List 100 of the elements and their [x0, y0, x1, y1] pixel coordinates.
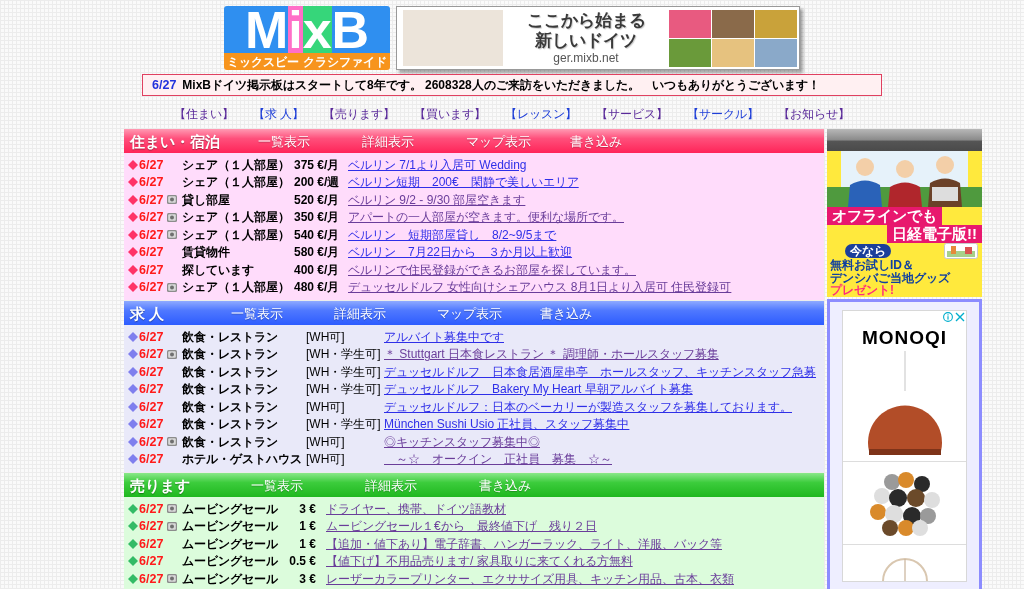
- job-condition: [WH可]: [306, 435, 345, 448]
- listing-category: ムービングセール: [182, 502, 278, 515]
- diamond-icon: [128, 247, 138, 258]
- listing-date: 6/27: [139, 453, 164, 466]
- nav-link[interactable]: 【レッスン】: [505, 107, 578, 120]
- nav-link[interactable]: 【買います】: [414, 107, 487, 120]
- listing-category: 飲食・レストラン: [182, 383, 278, 396]
- listing-date: 6/27: [139, 246, 164, 259]
- job-condition: [WH可]: [306, 453, 345, 466]
- diamond-icon: [128, 159, 138, 170]
- listing-date: 6/27: [139, 400, 164, 413]
- listing-price: 0.5 €: [289, 555, 316, 568]
- listing-date: 6/27: [139, 176, 164, 189]
- banner-url: ger.mixb.net: [553, 51, 619, 65]
- listing-date: 6/27: [139, 348, 164, 361]
- job-condition: [WH・学生可]: [306, 418, 381, 431]
- listing-link[interactable]: 【値下げ】不用品売ります/ 家具取りに来てくれる方無料: [326, 554, 633, 569]
- listing-link[interactable]: 【追加・値下あり】電子辞書、ハンガーラック、ライト、洋服、バック等: [326, 536, 722, 551]
- diamond-icon: [128, 384, 138, 395]
- header-link[interactable]: 詳細表示: [334, 306, 386, 320]
- listing-price: 1 €: [299, 520, 316, 533]
- banner-ad[interactable]: ここから始まる 新しいドイツ ger.mixb.net: [396, 6, 800, 70]
- listing-price: 580 €/月: [294, 246, 340, 259]
- listing-category: 飲食・レストラン: [182, 365, 278, 378]
- nav-link[interactable]: 【お知らせ】: [778, 107, 851, 120]
- gift-card-drawing: [944, 243, 978, 259]
- listing-date: 6/27: [139, 263, 164, 276]
- job-condition: [WH・学生可]: [306, 365, 381, 378]
- nav-link[interactable]: 【サービス】: [596, 107, 669, 120]
- listing-date: 6/27: [139, 228, 164, 241]
- promo-offer: 無料お試しID＆: [830, 259, 914, 272]
- listing-category: 賃貸物件: [182, 246, 230, 259]
- listing-category: 飲食・レストラン: [182, 348, 278, 361]
- nav-link[interactable]: 【住まい】: [173, 107, 234, 120]
- ad-card[interactable]: MONOQI: [842, 310, 967, 582]
- ball-cluster-drawing: [869, 470, 940, 536]
- listing-date: 6/27: [139, 502, 164, 515]
- listing-category: ムービングセール: [182, 520, 278, 533]
- listing-category: 飲食・レストラン: [182, 400, 278, 413]
- listing-link[interactable]: デュッセルドルフ：日本のベーカリーが製造スタッフを募集しております。: [384, 399, 792, 414]
- listing-price: 1 €: [299, 537, 316, 550]
- listing-link[interactable]: München Sushi Usio 正社員、スタッフ募集中: [384, 417, 630, 432]
- listing-price: 200 €/週: [294, 176, 340, 189]
- listing-link[interactable]: ベルリンで住民登録ができるお部屋を探しています。: [348, 262, 636, 277]
- diamond-icon: [128, 419, 138, 430]
- photo-placeholder: [669, 38, 711, 67]
- photo-placeholder: [669, 9, 711, 38]
- listing-category: ムービングセール: [182, 555, 278, 568]
- listing-link[interactable]: レーザーカラープリンター、エクササイズ用具、キッチン用品、古本、衣類: [326, 571, 734, 586]
- listing-link[interactable]: デュッセルドルフ 女性向けシェアハウス 8月1日より入居可 住民登録可: [348, 280, 732, 295]
- nav-link[interactable]: 【売ります】: [323, 107, 396, 120]
- info-icon[interactable]: [943, 312, 953, 322]
- header-link[interactable]: 一覧表示: [231, 306, 283, 320]
- diamond-icon: [128, 282, 138, 293]
- close-icon[interactable]: [955, 312, 965, 322]
- listing-date: 6/27: [139, 537, 164, 550]
- header-link[interactable]: 書き込み: [540, 306, 592, 320]
- listing-link[interactable]: ベルリン 9/2 - 9/30 部屋空きます: [348, 192, 526, 207]
- listing-category: シェア（１人部屋）: [182, 228, 290, 241]
- listing-link[interactable]: ◎キッチンスタッフ募集中◎: [384, 434, 540, 449]
- listing-category: ムービングセール: [182, 537, 278, 550]
- listing-category: シェア（１人部屋）: [182, 176, 290, 189]
- listing-link[interactable]: アルバイト募集中です: [384, 329, 504, 344]
- listing-link[interactable]: ドライヤー、携帯、ドイツ語教材: [326, 501, 506, 516]
- listing-price: 3 €: [299, 502, 316, 515]
- listing-date: 6/27: [139, 520, 164, 533]
- section-title: 住まい・宿泊: [130, 133, 220, 149]
- listing-price: 375 €/月: [294, 158, 340, 171]
- header-link[interactable]: マップ表示: [437, 306, 502, 320]
- ad-brand: MONOQI: [861, 328, 948, 347]
- photo-placeholder: [755, 38, 797, 67]
- listing-price: 540 €/月: [294, 228, 340, 241]
- listing-link[interactable]: ベルリン 7月22日から ３か月以上歓迎: [348, 245, 573, 260]
- diamond-icon: [128, 401, 138, 412]
- diamond-icon: [128, 331, 138, 342]
- listing-link[interactable]: デュッセルドルフ Bakery My Heart 早朝アルバイト募集: [384, 382, 693, 397]
- listing-link[interactable]: ベルリン短期 200€ 閑静で美しいエリア: [348, 175, 579, 190]
- listing-link[interactable]: ベルリン 短期部屋貸し 8/2~9/5まで: [348, 227, 557, 242]
- diamond-icon: [128, 349, 138, 360]
- listing-date: 6/27: [139, 435, 164, 448]
- listing-price: 3 €: [299, 572, 316, 585]
- listing-link[interactable]: デュッセルドルフ 日本食居酒屋串亭 ホールスタッフ、キッチンスタッフ急募: [384, 364, 816, 379]
- diamond-icon: [128, 177, 138, 188]
- listing-link[interactable]: ムービングセール１€から 最終値下げ 残り２日: [326, 519, 597, 534]
- section-title: 求 人: [130, 305, 165, 321]
- nav-link[interactable]: 【サークル】: [687, 107, 760, 120]
- diamond-icon: [128, 556, 138, 567]
- diamond-icon: [128, 573, 138, 584]
- diamond-icon: [128, 521, 138, 532]
- listing-date: 6/27: [139, 383, 164, 396]
- listing-link[interactable]: ～☆ オークイン 正社員 募集 ☆～: [384, 452, 612, 467]
- promo-banner[interactable]: オフラインでも 日経電子版!! 今なら 無料お試しID＆ デンシバご当地グッズ プレゼント!: [827, 151, 982, 297]
- listing-link[interactable]: アパートの一人部屋が空きます。便利な場所です。: [348, 210, 624, 225]
- diamond-icon: [128, 194, 138, 205]
- listing-date: 6/27: [139, 158, 164, 171]
- nav-link[interactable]: 【求 人】: [252, 107, 305, 120]
- photo-placeholder: [755, 9, 797, 38]
- listing-link[interactable]: ＊ Stuttgart 日本食レストラン ＊ 調理師・ホールスタッフ募集: [384, 347, 719, 362]
- listing-link[interactable]: ベルリン 7/1より入居可 Wedding: [348, 157, 527, 172]
- banner-headline: 新しいドイツ: [535, 31, 637, 51]
